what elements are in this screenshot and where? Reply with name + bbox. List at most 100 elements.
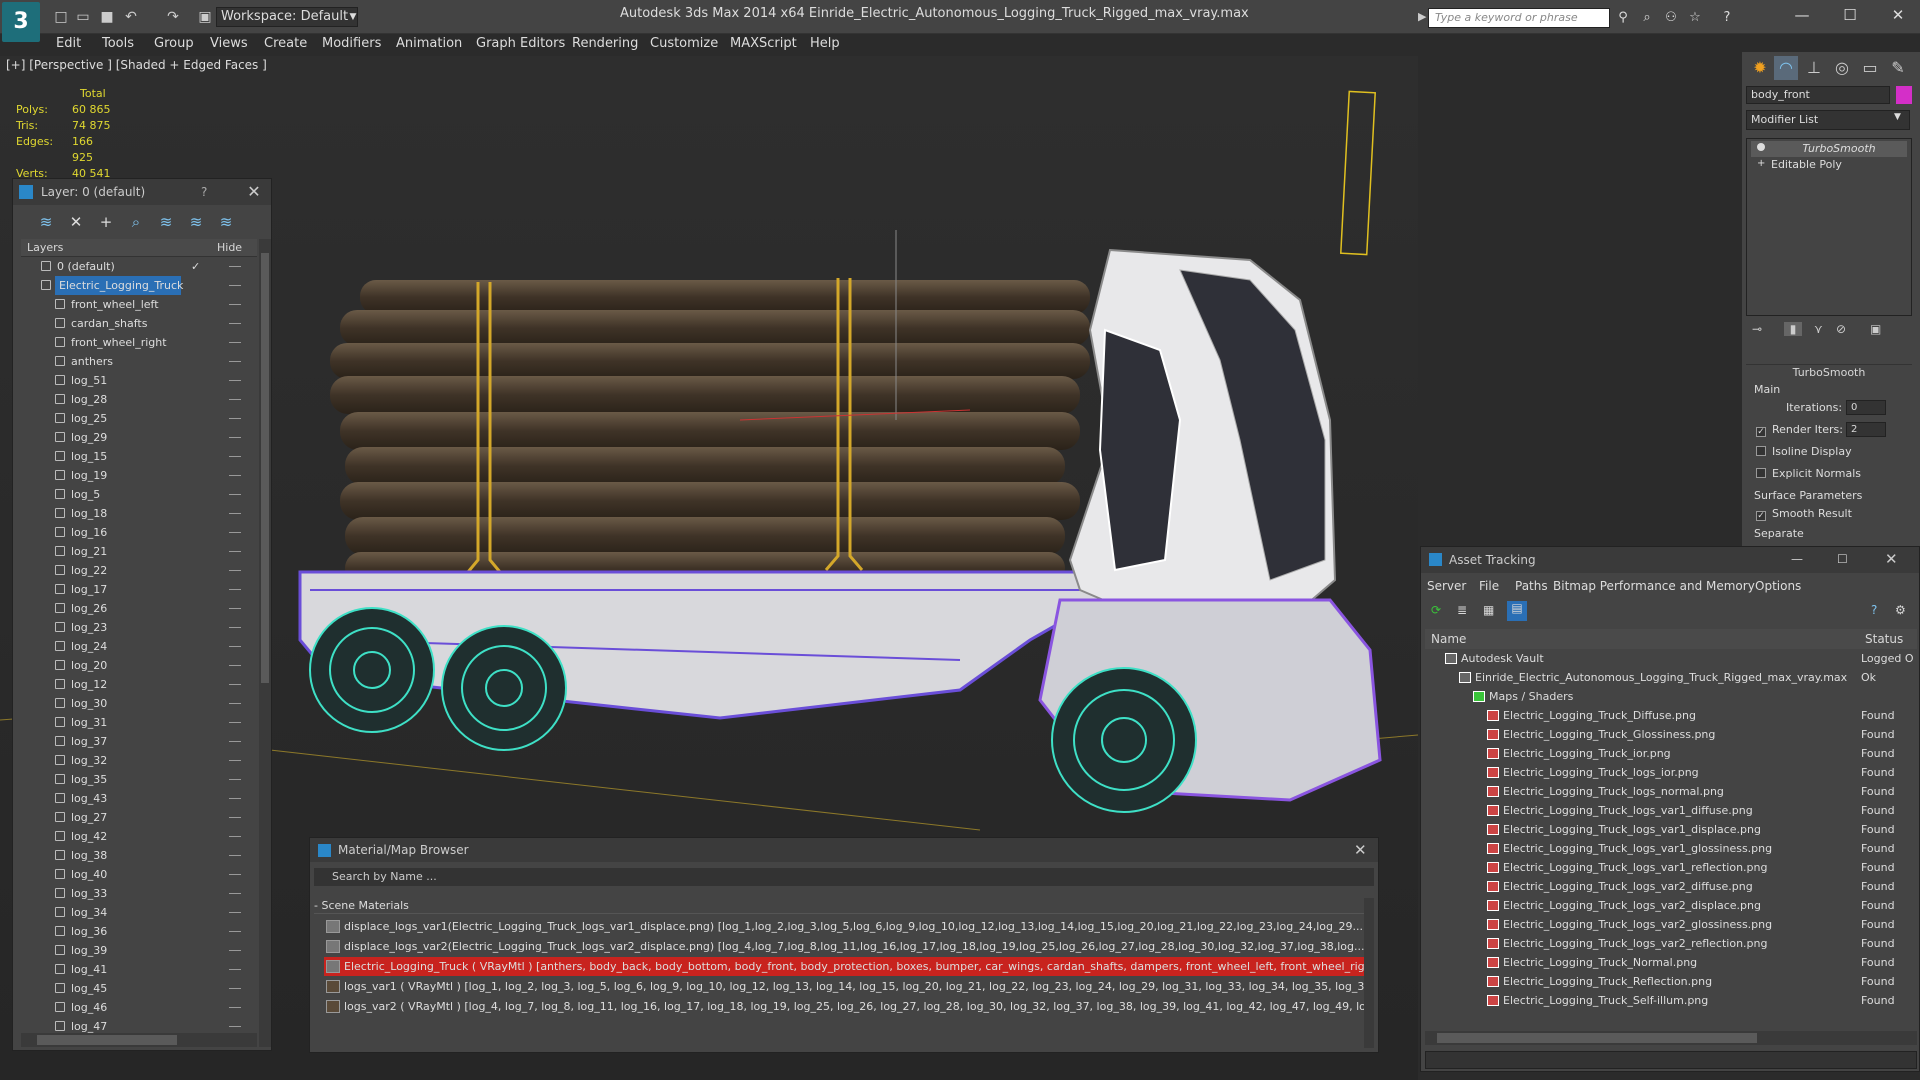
material-scrollbar[interactable] bbox=[1364, 898, 1374, 1048]
close-icon[interactable]: ✕ bbox=[1354, 838, 1367, 862]
menu-animation[interactable]: Animation bbox=[396, 34, 462, 54]
hide-toggle[interactable] bbox=[229, 1026, 241, 1027]
menu-views[interactable]: Views bbox=[210, 34, 248, 54]
asset-row[interactable]: Electric_Logging_Truck_ior.png Found bbox=[1425, 744, 1917, 763]
hide-toggle[interactable] bbox=[229, 285, 241, 286]
render-iters-spinner[interactable]: 2 bbox=[1846, 422, 1886, 437]
save-file-icon[interactable]: ■ bbox=[98, 8, 116, 26]
help-icon[interactable]: ? bbox=[201, 179, 215, 205]
chevron-right-icon[interactable]: ▶ bbox=[1418, 10, 1426, 23]
hide-toggle[interactable] bbox=[229, 665, 241, 666]
scroll-thumb[interactable] bbox=[37, 1035, 177, 1045]
layer-row[interactable]: log_34 bbox=[21, 903, 257, 922]
asset-path-field[interactable] bbox=[1425, 1051, 1917, 1069]
menu-tools[interactable]: Tools bbox=[102, 34, 134, 54]
hide-toggle[interactable] bbox=[229, 684, 241, 685]
hide-toggle[interactable] bbox=[229, 589, 241, 590]
asset-row[interactable]: Electric_Logging_Truck_Normal.png Found bbox=[1425, 953, 1917, 972]
render-iters-checkbox[interactable]: ✓ Render Iters: bbox=[1756, 422, 1843, 438]
layer-row[interactable]: log_26 bbox=[21, 599, 257, 618]
layer-row[interactable]: log_25 bbox=[21, 409, 257, 428]
menu-server[interactable]: Server bbox=[1427, 575, 1466, 597]
hide-toggle[interactable] bbox=[229, 798, 241, 799]
asset-row[interactable]: Electric_Logging_Truck_Glossiness.png Fou… bbox=[1425, 725, 1917, 744]
layer-row[interactable]: log_45 bbox=[21, 979, 257, 998]
menu-rendering[interactable]: Rendering bbox=[572, 34, 638, 54]
help-icon[interactable]: ? bbox=[1718, 10, 1736, 26]
minimize-button[interactable]: — bbox=[1782, 4, 1822, 26]
asset-row[interactable]: Maps / Shaders bbox=[1425, 687, 1917, 706]
layer-panel-title[interactable]: Layer: 0 (default) bbox=[13, 179, 271, 205]
modify-tab-icon[interactable]: ◠ bbox=[1774, 56, 1798, 80]
remove-modifier-icon[interactable]: ⊘ bbox=[1836, 322, 1846, 336]
menu-file[interactable]: File bbox=[1479, 575, 1499, 597]
layer-row[interactable]: log_23 bbox=[21, 618, 257, 637]
delete-layer-icon[interactable]: ✕ bbox=[65, 211, 87, 233]
layer-row[interactable]: log_27 bbox=[21, 808, 257, 827]
menu-options[interactable]: Options bbox=[1755, 575, 1801, 597]
chevron-down-icon[interactable]: ▼ bbox=[346, 7, 360, 27]
layer-row[interactable]: log_42 bbox=[21, 827, 257, 846]
checkbox-checked-icon[interactable]: ✓ bbox=[1756, 427, 1766, 437]
star-icon[interactable]: ☆ bbox=[1686, 10, 1704, 26]
material-row[interactable]: displace_logs_var1(Electric_Logging_Truc… bbox=[324, 917, 1364, 936]
column-status[interactable]: Status bbox=[1865, 629, 1903, 649]
create-layer-icon[interactable]: ≋ bbox=[35, 211, 57, 233]
layer-row[interactable]: log_22 bbox=[21, 561, 257, 580]
undo-icon[interactable]: ↶ bbox=[122, 8, 140, 26]
asset-row[interactable]: Einride_Electric_Autonomous_Logging_Truc… bbox=[1425, 668, 1917, 687]
hide-toggle[interactable] bbox=[229, 456, 241, 457]
chevron-down-icon[interactable]: ▼ bbox=[1894, 112, 1901, 122]
help-icon[interactable]: ? bbox=[1871, 603, 1877, 617]
material-row-selected[interactable]: Electric_Logging_Truck ( VRayMtl ) [anth… bbox=[324, 957, 1364, 976]
maximize-button[interactable]: ☐ bbox=[1837, 547, 1848, 571]
layer-row[interactable]: log_17 bbox=[21, 580, 257, 599]
layer-row[interactable]: front_wheel_left bbox=[21, 295, 257, 314]
hide-toggle[interactable] bbox=[229, 266, 241, 267]
new-file-icon[interactable]: □ bbox=[52, 8, 70, 26]
thumbnail-view-icon[interactable]: ▦ bbox=[1483, 603, 1494, 617]
hide-toggle[interactable] bbox=[229, 437, 241, 438]
hide-toggle[interactable] bbox=[229, 494, 241, 495]
hide-toggle[interactable] bbox=[229, 874, 241, 875]
layer-row[interactable]: log_41 bbox=[21, 960, 257, 979]
menu-help[interactable]: Help bbox=[810, 34, 840, 54]
utilities-tab-icon[interactable]: ✎ bbox=[1886, 56, 1910, 80]
asset-row[interactable]: Autodesk Vault Logged O bbox=[1425, 649, 1917, 668]
material-search-input[interactable]: Search by Name ... bbox=[314, 868, 1374, 886]
layer-row[interactable]: log_40 bbox=[21, 865, 257, 884]
hide-toggle[interactable] bbox=[229, 969, 241, 970]
menu-create[interactable]: Create bbox=[264, 34, 307, 54]
layer-row[interactable]: log_29 bbox=[21, 428, 257, 447]
close-button[interactable]: ✕ bbox=[1885, 547, 1898, 571]
search-icon[interactable]: ⌕ bbox=[1638, 10, 1656, 26]
close-button[interactable]: ✕ bbox=[1878, 4, 1918, 26]
menu-maxscript[interactable]: MAXScript bbox=[730, 34, 797, 54]
menu-paths[interactable]: Paths bbox=[1515, 575, 1548, 597]
layer-row[interactable]: log_5 bbox=[21, 485, 257, 504]
lightbulb-icon[interactable] bbox=[1757, 143, 1765, 151]
hide-toggle[interactable] bbox=[229, 779, 241, 780]
project-folder-icon[interactable]: ▣ bbox=[196, 8, 214, 26]
highlight-layer-icon[interactable]: ≋ bbox=[155, 211, 177, 233]
redo-icon[interactable]: ↷ bbox=[164, 8, 182, 26]
material-row[interactable]: displace_logs_var2(Electric_Logging_Truc… bbox=[324, 937, 1364, 956]
smooth-result-checkbox[interactable]: ✓ Smooth Result bbox=[1756, 506, 1852, 522]
close-icon[interactable]: ✕ bbox=[245, 179, 263, 205]
hierarchy-tab-icon[interactable]: ⊥ bbox=[1802, 56, 1826, 80]
asset-row[interactable]: Electric_Logging_Truck_logs_var1_glossin… bbox=[1425, 839, 1917, 858]
hide-toggle[interactable] bbox=[229, 551, 241, 552]
hide-toggle[interactable] bbox=[229, 760, 241, 761]
stack-item-editable-poly[interactable]: Editable Poly bbox=[1751, 157, 1907, 173]
asset-row[interactable]: Electric_Logging_Truck_logs_var2_displac… bbox=[1425, 896, 1917, 915]
hide-toggle[interactable] bbox=[229, 817, 241, 818]
hide-toggle[interactable] bbox=[229, 380, 241, 381]
column-hide[interactable]: Hide bbox=[217, 241, 242, 254]
hide-toggle[interactable] bbox=[229, 1007, 241, 1008]
object-color-swatch[interactable] bbox=[1896, 86, 1912, 104]
hide-toggle[interactable] bbox=[229, 722, 241, 723]
hide-toggle[interactable] bbox=[229, 950, 241, 951]
hide-toggle[interactable] bbox=[229, 741, 241, 742]
motion-tab-icon[interactable]: ◎ bbox=[1830, 56, 1854, 80]
menu-modifiers[interactable]: Modifiers bbox=[322, 34, 381, 54]
